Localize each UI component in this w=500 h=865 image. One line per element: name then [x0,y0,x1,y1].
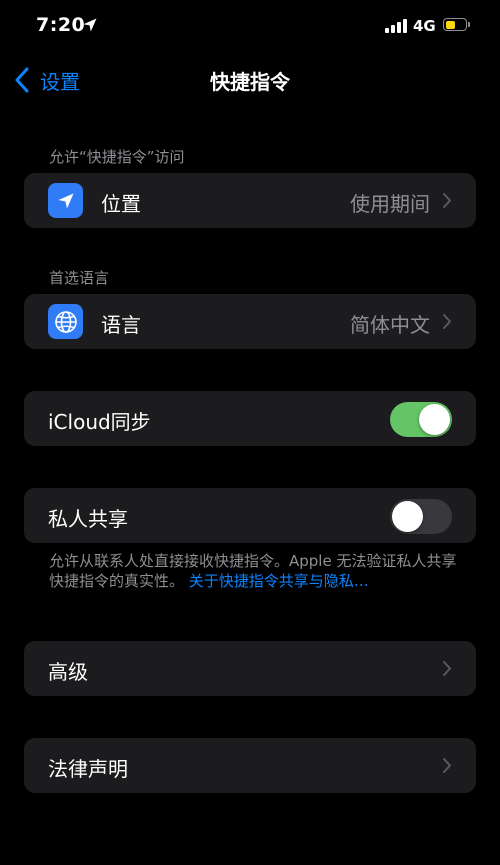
battery-tip [468,22,470,27]
private-sharing-footer: 允许从联系人处直接接收快捷指令。Apple 无法验证私人共享快捷指令的真实性。 … [49,551,459,591]
private-sharing-toggle[interactable] [390,499,452,534]
chevron-right-icon [443,758,451,773]
private-sharing-cell: 私人共享 [24,488,476,543]
chevron-right-icon [443,193,451,208]
advanced-cell[interactable]: 高级 [24,641,476,696]
location-label: 位置 [101,192,141,216]
icloud-sync-label: iCloud同步 [48,410,151,434]
cellular-signal-icon [385,19,407,33]
icloud-sync-cell: iCloud同步 [24,391,476,446]
private-sharing-label: 私人共享 [48,507,128,531]
status-time: 7:20 [36,14,86,36]
legal-cell[interactable]: 法律声明 [24,738,476,793]
chevron-right-icon [443,661,451,676]
section-header-language: 首选语言 [49,269,110,287]
network-type: 4G [413,17,436,35]
language-label: 语言 [101,313,141,337]
chevron-right-icon [443,314,451,329]
advanced-label: 高级 [48,660,88,684]
language-value: 简体中文 [350,313,430,337]
toggle-knob [419,404,450,435]
globe-icon [48,304,83,339]
location-value: 使用期间 [350,192,430,216]
page-title: 快捷指令 [210,70,290,94]
legal-label: 法律声明 [48,757,128,781]
battery-level-fill [445,20,456,29]
location-arrow-icon [48,183,83,218]
location-cell[interactable]: 位置 使用期间 [24,173,476,228]
location-services-icon [83,18,97,32]
private-sharing-link[interactable]: 关于快捷指令共享与隐私… [189,572,369,590]
battery-icon [443,18,467,31]
language-cell[interactable]: 语言 简体中文 [24,294,476,349]
toggle-knob [392,501,423,532]
icloud-sync-toggle[interactable] [390,402,452,437]
section-header-access: 允许“快捷指令”访问 [49,148,185,166]
